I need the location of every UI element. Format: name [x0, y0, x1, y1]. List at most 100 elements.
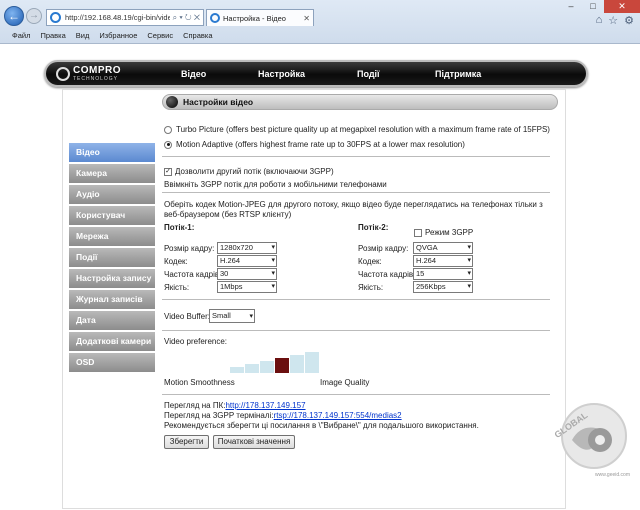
home-icon[interactable]: ⌂ [596, 14, 603, 27]
nav-support[interactable]: Підтримка [435, 69, 481, 79]
buffer-select[interactable]: Small ▾ [209, 309, 255, 323]
preference-level-bar[interactable] [274, 358, 289, 373]
sidebar-item-audio[interactable]: Аудіо [69, 185, 155, 204]
chevron-down-icon: ▾ [467, 283, 471, 290]
second-stream-option[interactable]: ✓ Дозволити другий потік (включаючи 3GPP) [164, 167, 334, 176]
divider [162, 394, 550, 395]
close-window-icon[interactable]: ✕ [604, 0, 640, 13]
preference-level-bar[interactable] [244, 364, 259, 373]
stream1-quality-select[interactable]: 1Mbps ▾ [217, 281, 277, 293]
stream1-label: Розмір кадру: [164, 244, 215, 253]
sidebar-item-video[interactable]: Відео [69, 143, 155, 162]
select-value: H.264 [416, 256, 437, 265]
sidebar-item-user[interactable]: Користувач [69, 206, 155, 225]
mode3gpp-option[interactable]: Режим 3GPP [414, 228, 473, 237]
select-value: 15 [416, 269, 425, 278]
select-value: 1280x720 [220, 243, 253, 252]
back-arrow-icon[interactable]: ← [4, 6, 24, 26]
browser-tool-icons: ⌂ ☆ ⚙ [596, 14, 634, 27]
menu-item[interactable]: Файл [12, 31, 30, 44]
settings-icon[interactable]: ⚙ [624, 14, 634, 27]
address-bar[interactable]: http://192.168.48.19/cgi-bin/video/vi ⌕ … [46, 9, 204, 26]
stream2-codec-select[interactable]: H.264 ▾ [413, 255, 473, 267]
compro-logo: COMPRO TECHNOLOGY [56, 66, 121, 82]
stream2-fps-select[interactable]: 15 ▾ [413, 268, 473, 280]
sidebar-item-extra-cameras[interactable]: Додаткові камери [69, 332, 155, 351]
preference-label: Video preference: [164, 337, 228, 346]
divider [162, 330, 550, 331]
preference-slider[interactable] [229, 352, 319, 373]
stream2-quality-select[interactable]: 256Kbps ▾ [413, 281, 473, 293]
sidebar-item-osd[interactable]: OSD [69, 353, 155, 372]
maximize-icon[interactable]: □ [582, 0, 604, 13]
minimize-icon[interactable]: – [560, 0, 582, 13]
stream2-size-select[interactable]: QVGA ▾ [413, 242, 473, 254]
browser-tab[interactable]: Настройка - Відео ✕ [206, 9, 314, 26]
select-value: QVGA [416, 243, 438, 252]
turbo-label: Turbo Picture (offers best picture quali… [176, 125, 550, 134]
save-button[interactable]: Зберегти [164, 435, 209, 449]
search-icon[interactable]: ⌕ ▾ ↻ ✕ [170, 13, 203, 23]
preference-left-label: Motion Smoothness [164, 378, 235, 387]
menu-item[interactable]: Вид [76, 31, 90, 44]
favorites-icon[interactable]: ☆ [608, 14, 618, 27]
forward-arrow-icon[interactable]: → [26, 8, 42, 24]
top-navigation: COMPRO TECHNOLOGY Відео Настройка Події … [44, 60, 588, 87]
tab-title: Настройка - Відео [223, 13, 286, 23]
preference-level-bar[interactable] [289, 355, 304, 373]
nav-video[interactable]: Відео [181, 69, 206, 79]
sidebar-item-date[interactable]: Дата [69, 311, 155, 330]
sidebar-item-network[interactable]: Мережа [69, 227, 155, 246]
divider [162, 192, 550, 193]
divider [162, 156, 550, 157]
chevron-down-icon: ▾ [467, 257, 471, 264]
nav-events[interactable]: Події [357, 69, 380, 79]
stream1-codec-select[interactable]: H.264 ▾ [217, 255, 277, 267]
stream1-size-select[interactable]: 1280x720 ▾ [217, 242, 277, 254]
menu-item[interactable]: Справка [183, 31, 212, 44]
mobile-view-label: Перегляд на 3GPP терміналі: [164, 411, 274, 420]
stream1-fps-select[interactable]: 30 ▾ [217, 268, 277, 280]
stream1-title: Потік-1: [164, 223, 195, 232]
mode3gpp-checkbox[interactable] [414, 228, 422, 237]
menu-item[interactable]: Избранное [99, 31, 137, 44]
chevron-down-icon: ▾ [271, 270, 275, 277]
chevron-down-icon: ▾ [467, 270, 471, 277]
stream2-label: Якість: [358, 283, 384, 292]
menu-item[interactable]: Правка [40, 31, 65, 44]
sidebar-item-events[interactable]: Події [69, 248, 155, 267]
links-note: Рекомендується зберегти ці посилання в \… [164, 421, 479, 430]
preference-level-bar[interactable] [259, 361, 274, 373]
pc-view-link[interactable]: http://178.137.149.157 [225, 401, 305, 410]
tab-close-icon[interactable]: ✕ [303, 14, 310, 23]
stream2-label: Кодек: [358, 257, 382, 266]
logo-name: COMPRO [73, 65, 121, 76]
adaptive-radio[interactable] [164, 140, 172, 149]
second-stream-label: Дозволити другий потік (включаючи 3GPP) [175, 167, 334, 176]
preference-level-bar[interactable] [304, 352, 319, 373]
turbo-radio[interactable] [164, 125, 172, 134]
select-value: 30 [220, 269, 229, 278]
mobile-view-link[interactable]: rtsp://178.137.149.157:554/medias2 [274, 411, 402, 420]
stream2-label: Частота кадрів: [358, 270, 416, 279]
pc-view-label: Перегляд на ПК: [164, 401, 226, 410]
menu-item[interactable]: Сервис [147, 31, 173, 44]
select-value: Small [212, 311, 231, 320]
stream2-label: Розмір кадру: [358, 244, 409, 253]
address-url[interactable]: http://192.168.48.19/cgi-bin/video/vi [65, 13, 170, 22]
turbo-option[interactable]: Turbo Picture (offers best picture quali… [164, 125, 550, 134]
preference-level-bar[interactable] [229, 367, 244, 373]
defaults-button[interactable]: Початкові значення [213, 435, 295, 449]
global-watermark-logo [561, 403, 627, 469]
second-stream-note: Ввімкніть 3GPP потік для роботи з мобіль… [164, 180, 387, 189]
sidebar-item-record-settings[interactable]: Настройка запису [69, 269, 155, 288]
sidebar-item-camera[interactable]: Камера [69, 164, 155, 183]
nav-settings[interactable]: Настройка [258, 69, 305, 79]
stream2-title: Потік-2: [358, 223, 389, 232]
adaptive-option[interactable]: Motion Adaptive (offers highest frame ra… [164, 140, 465, 149]
tab-ie-icon [210, 13, 220, 23]
sidebar-item-record-log[interactable]: Журнал записів [69, 290, 155, 309]
section-heading: Настройки відео [162, 94, 558, 110]
second-stream-checkbox[interactable]: ✓ [164, 167, 172, 176]
adaptive-label: Motion Adaptive (offers highest frame ra… [176, 140, 465, 149]
